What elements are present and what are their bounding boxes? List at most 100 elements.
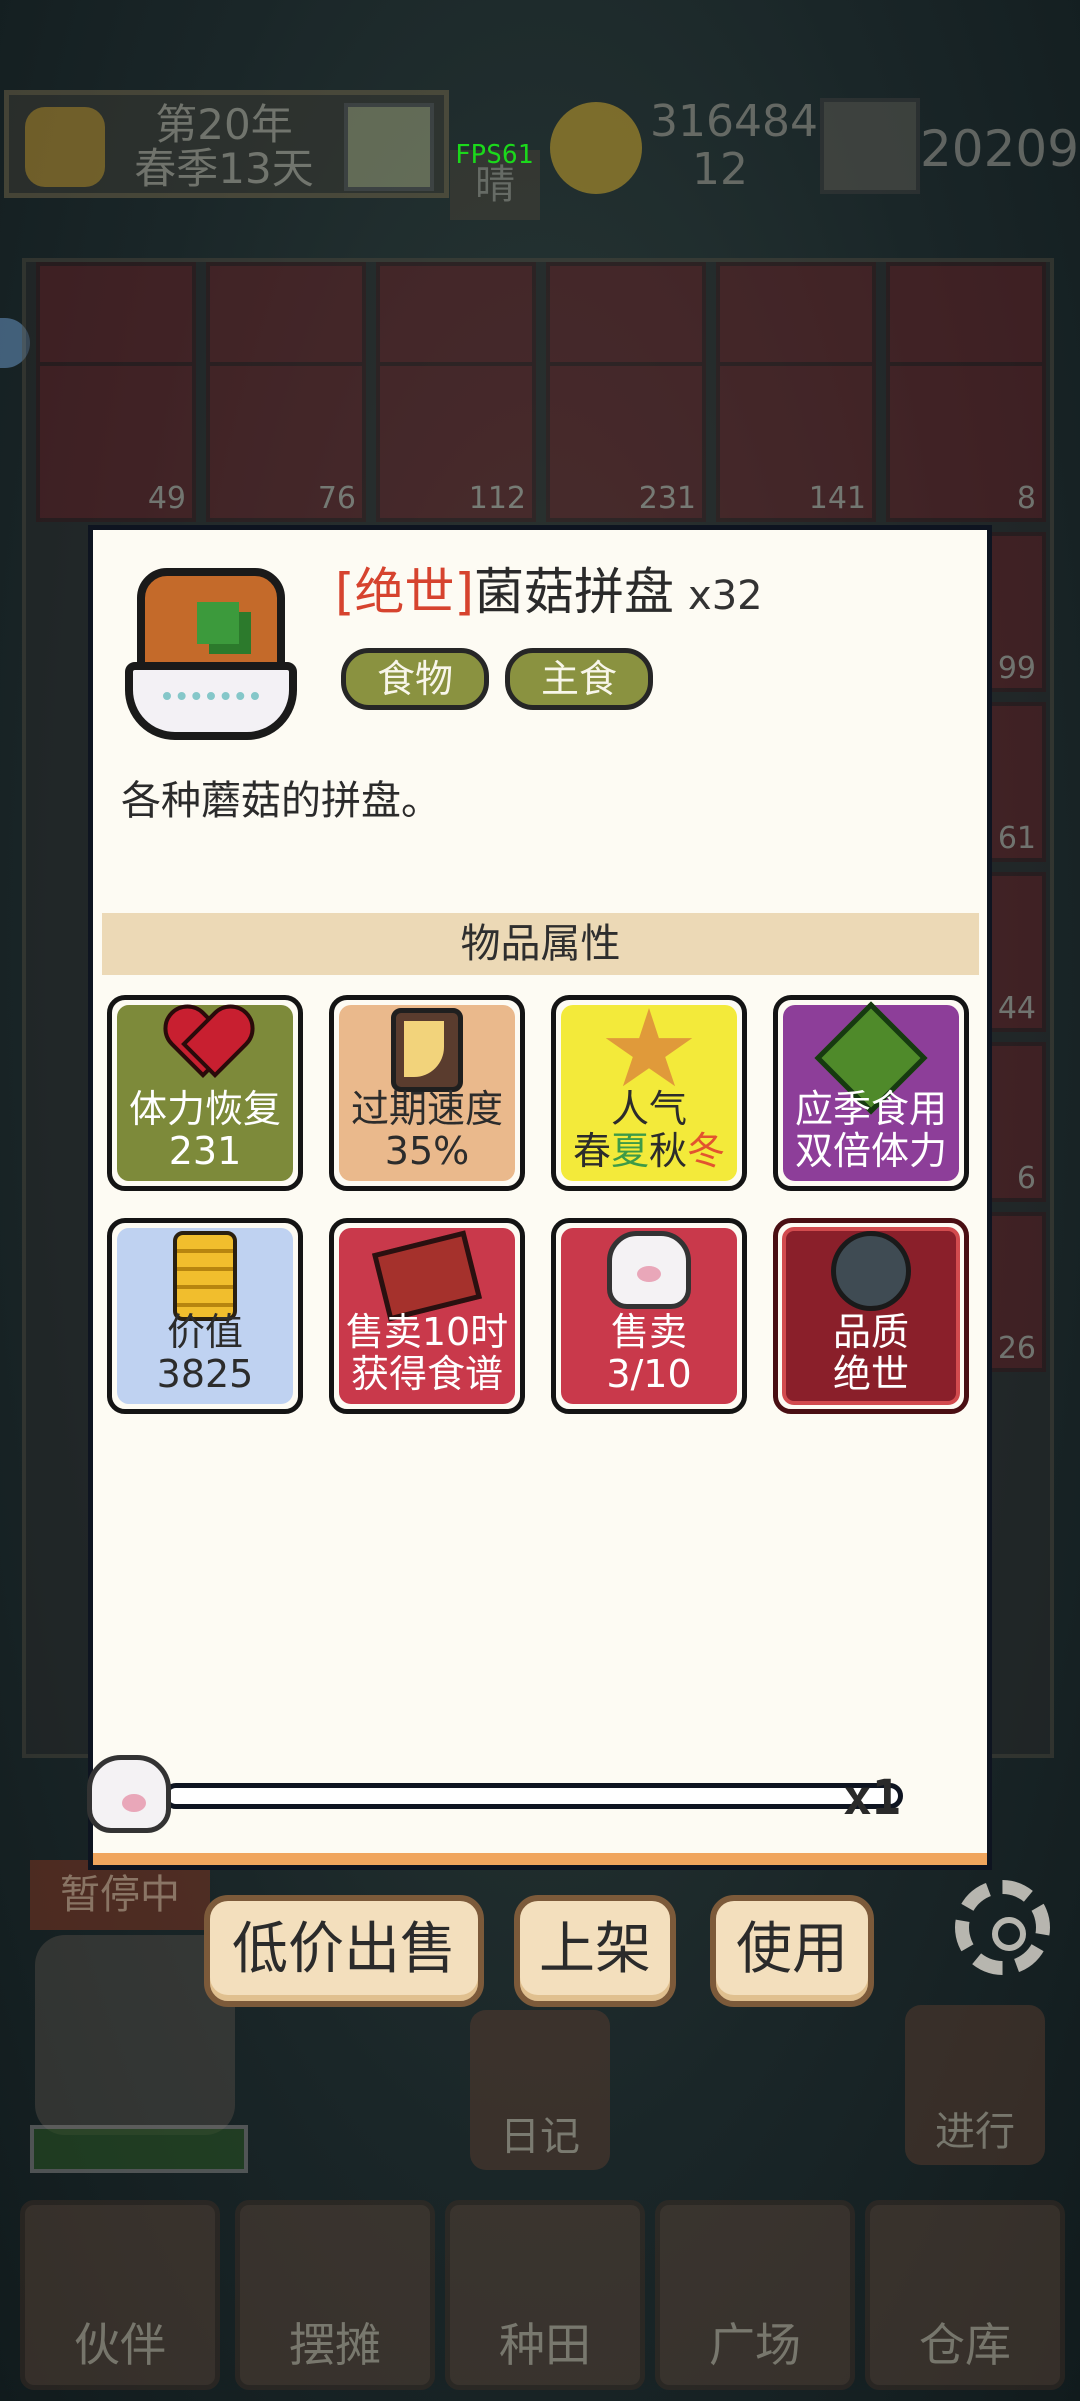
attr-label: 过期速度 [350, 1087, 503, 1131]
slot-count: 49 [147, 481, 186, 516]
inventory-slot[interactable]: 112 [376, 362, 536, 522]
attr-label: 售卖10时 [345, 1310, 509, 1354]
attr-value-price: 价值 3825 [107, 1218, 303, 1414]
tab-partners[interactable]: 伙伴 [20, 2200, 220, 2390]
gem-icon [820, 98, 920, 194]
attr-seasonal-bonus: 应季食用 双倍体力 [773, 995, 969, 1191]
coin-count-line1: 316484 [650, 96, 818, 147]
mushroom-platter-icon [111, 544, 311, 754]
season-day-text: 春季13天 [134, 144, 314, 193]
glove-handle-icon [87, 1755, 171, 1833]
recipe-book-icon [371, 1230, 483, 1322]
item-description: 各种蘑菇的拼盘。 [121, 778, 441, 824]
slot-count: 6 [1016, 1161, 1036, 1196]
item-quality: [绝世] [335, 563, 475, 621]
slot-count: 44 [997, 991, 1036, 1026]
section-title: 物品属性 [102, 913, 979, 975]
item-title: [绝世]菌菇拼盘 x32 [335, 552, 763, 624]
attr-label: 售卖 [610, 1310, 687, 1354]
tab-label: 广场 [709, 2318, 801, 2372]
diary-label: 日记 [500, 2114, 580, 2160]
attr-value: 231 [168, 1129, 242, 1173]
inventory-slot[interactable]: 231 [546, 362, 706, 522]
season-autumn: 秋 [649, 1129, 688, 1173]
slot-count: 112 [468, 481, 526, 516]
inventory-slot[interactable]: 76 [206, 362, 366, 522]
coin-count: 316484 12 [650, 96, 818, 195]
tab-label: 伙伴 [74, 2318, 166, 2372]
coin-stack-icon [173, 1231, 237, 1321]
tab-stall[interactable]: 摆摊 [235, 2200, 435, 2390]
tab-label: 摆摊 [289, 2318, 381, 2372]
date-panel: 第20年 春季13天 [4, 90, 449, 198]
date-text: 第20年 春季13天 [124, 103, 324, 191]
attr-label: 应季食用 [794, 1087, 947, 1131]
attr-value: 获得食谱 [350, 1352, 503, 1396]
year-text: 第20年 [155, 100, 293, 149]
season-summer: 夏 [610, 1129, 649, 1173]
tab-plaza[interactable]: 广场 [655, 2200, 855, 2390]
fps-counter: FPS61 [455, 140, 534, 170]
use-button[interactable]: 使用 [710, 1895, 874, 2007]
proceed-button[interactable]: 进行 [905, 2005, 1045, 2165]
inventory-slot[interactable]: 49 [36, 362, 196, 522]
tab-farming[interactable]: 种田 [445, 2200, 645, 2390]
clock-icon[interactable] [344, 103, 434, 191]
attr-label: 体力恢复 [128, 1087, 281, 1131]
attr-seasons: 春夏秋冬 [556, 1130, 742, 1172]
hourglass-icon [391, 1008, 463, 1092]
top-hud: 第20年 春季13天 晴 316484 12 202090 [0, 90, 1080, 220]
tab-label: 种田 [499, 2318, 591, 2372]
list-button[interactable]: 上架 [514, 1895, 676, 2007]
attr-value: 3825 [156, 1352, 254, 1396]
dialog-bottom-edge [93, 1853, 987, 1865]
item-quantity: x32 [688, 573, 763, 619]
coin-count-line2: 12 [692, 144, 748, 195]
season-winter: 冬 [687, 1129, 726, 1173]
slot-count: 76 [317, 481, 356, 516]
quantity-multiplier: x1 [843, 1770, 901, 1826]
attr-popularity: 人气 春夏秋冬 [551, 995, 747, 1191]
slot-count: 99 [997, 651, 1036, 686]
sell-low-button[interactable]: 低价出售 [204, 1895, 484, 2007]
attr-value: 3/10 [606, 1352, 692, 1396]
quantity-slider-track[interactable] [163, 1783, 903, 1809]
character-stamina-bar [30, 2125, 248, 2173]
slot-count: 231 [638, 481, 696, 516]
attr-value: 35% [384, 1129, 470, 1173]
attr-label: 价值 [166, 1310, 243, 1354]
glove-icon [607, 1231, 691, 1309]
tag-food: 食物 [341, 648, 489, 710]
heart-icon [169, 1008, 241, 1080]
attr-quality: 品质 绝世 [773, 1218, 969, 1414]
slot-count: 61 [997, 821, 1036, 856]
settings-gear-icon[interactable] [955, 1880, 1050, 1975]
tab-label: 仓库 [919, 2318, 1011, 2372]
attr-value: 绝世 [832, 1352, 909, 1396]
inventory-slot[interactable]: 141 [716, 362, 876, 522]
leaf-icon [814, 1001, 928, 1115]
attr-recipe-unlock: 售卖10时 获得食谱 [329, 1218, 525, 1414]
coin-icon [550, 102, 642, 194]
attr-value: 双倍体力 [794, 1129, 947, 1173]
gem-count: 202090 [920, 120, 1080, 178]
item-detail-dialog: [绝世]菌菇拼盘 x32 食物 主食 各种蘑菇的拼盘。 物品属性 体力恢复 231… [87, 525, 992, 1870]
quality-orb-icon [831, 1231, 911, 1311]
slot-count: 26 [997, 1331, 1036, 1366]
item-name: 菌菇拼盘 [474, 563, 675, 621]
inventory-slot[interactable]: 8 [886, 362, 1046, 522]
paused-badge: 暂停中 [30, 1860, 210, 1930]
star-icon [604, 1008, 694, 1094]
tag-staple: 主食 [505, 648, 653, 710]
bottom-tab-bar: 伙伴 摆摊 种田 广场 仓库 [0, 2200, 1080, 2401]
season-spring: 春 [572, 1129, 611, 1173]
tab-warehouse[interactable]: 仓库 [865, 2200, 1065, 2390]
attr-label: 人气 [610, 1087, 687, 1131]
quantity-slider-handle[interactable] [87, 1755, 177, 1839]
slot-count: 8 [1016, 481, 1036, 516]
attr-stamina-restore: 体力恢复 231 [107, 995, 303, 1191]
slot-count: 141 [808, 481, 866, 516]
proceed-label: 进行 [935, 2109, 1015, 2155]
attr-expiry-speed: 过期速度 35% [329, 995, 525, 1191]
diary-button[interactable]: 日记 [470, 2010, 610, 2170]
